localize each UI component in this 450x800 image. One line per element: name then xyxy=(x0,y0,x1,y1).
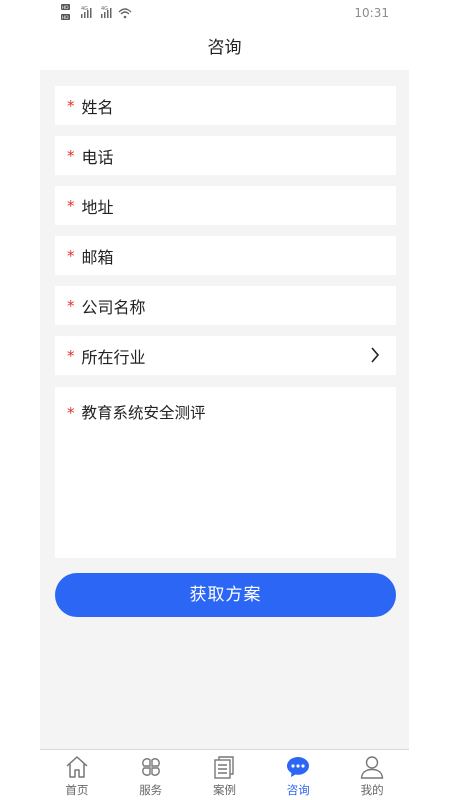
status-time: 10:31 xyxy=(354,6,389,20)
company-name-field-label: 公司名称 xyxy=(81,297,146,317)
page-title: 咨询 xyxy=(40,28,409,70)
industry-select[interactable]: * 所在行业 xyxy=(55,336,396,375)
phone-field-label: 电话 xyxy=(81,147,114,167)
documents-icon xyxy=(214,756,235,779)
address-field[interactable]: * 地址 xyxy=(55,186,396,225)
tab-consult[interactable]: 咨询 xyxy=(261,750,335,800)
user-icon xyxy=(360,756,384,779)
industry-select-label: 所在行业 xyxy=(81,347,146,367)
textarea-content: 教育系统安全测评 xyxy=(81,404,206,422)
status-bar: HD HD 4G 4G 10:31 xyxy=(40,0,409,28)
chat-icon xyxy=(287,757,310,777)
required-mark: * xyxy=(67,246,75,265)
requirement-textarea[interactable]: * 教育系统安全测评 xyxy=(55,387,396,558)
required-mark: * xyxy=(67,196,75,215)
tab-cases[interactable]: 案例 xyxy=(188,750,262,800)
required-mark: * xyxy=(67,96,75,115)
home-icon xyxy=(66,756,88,778)
required-mark: * xyxy=(67,404,75,422)
tab-home[interactable]: 首页 xyxy=(40,750,114,800)
tab-mine[interactable]: 我的 xyxy=(335,750,409,800)
grid-icon xyxy=(141,758,160,776)
phone-field[interactable]: * 电话 xyxy=(55,136,396,175)
email-field[interactable]: * 邮箱 xyxy=(55,236,396,275)
name-field[interactable]: * 姓名 xyxy=(55,86,396,125)
svg-text:HD: HD xyxy=(62,5,69,11)
tab-mine-label: 我的 xyxy=(360,783,384,797)
app-screen: HD HD 4G 4G 10:31 咨询 * 姓名 * 电话 * 地址 * 邮箱 xyxy=(40,0,409,800)
chevron-right-icon xyxy=(371,347,380,363)
tab-services[interactable]: 服务 xyxy=(114,750,188,800)
signal-status-icons: HD HD 4G 4G xyxy=(61,4,132,21)
tab-home-label: 首页 xyxy=(65,783,89,797)
tab-cases-label: 案例 xyxy=(212,783,236,797)
svg-text:HD: HD xyxy=(62,15,69,21)
required-mark: * xyxy=(67,146,75,165)
email-field-label: 邮箱 xyxy=(81,247,114,267)
tab-consult-label: 咨询 xyxy=(286,783,310,797)
tab-services-label: 服务 xyxy=(139,783,163,797)
required-mark: * xyxy=(67,346,75,365)
get-plan-button[interactable]: 获取方案 xyxy=(55,573,396,617)
bottom-tab-bar: 首页 服务 案例 咨询 我的 xyxy=(40,749,409,800)
address-field-label: 地址 xyxy=(81,197,114,217)
company-name-field[interactable]: * 公司名称 xyxy=(55,286,396,325)
required-mark: * xyxy=(67,296,75,315)
name-field-label: 姓名 xyxy=(81,97,114,117)
